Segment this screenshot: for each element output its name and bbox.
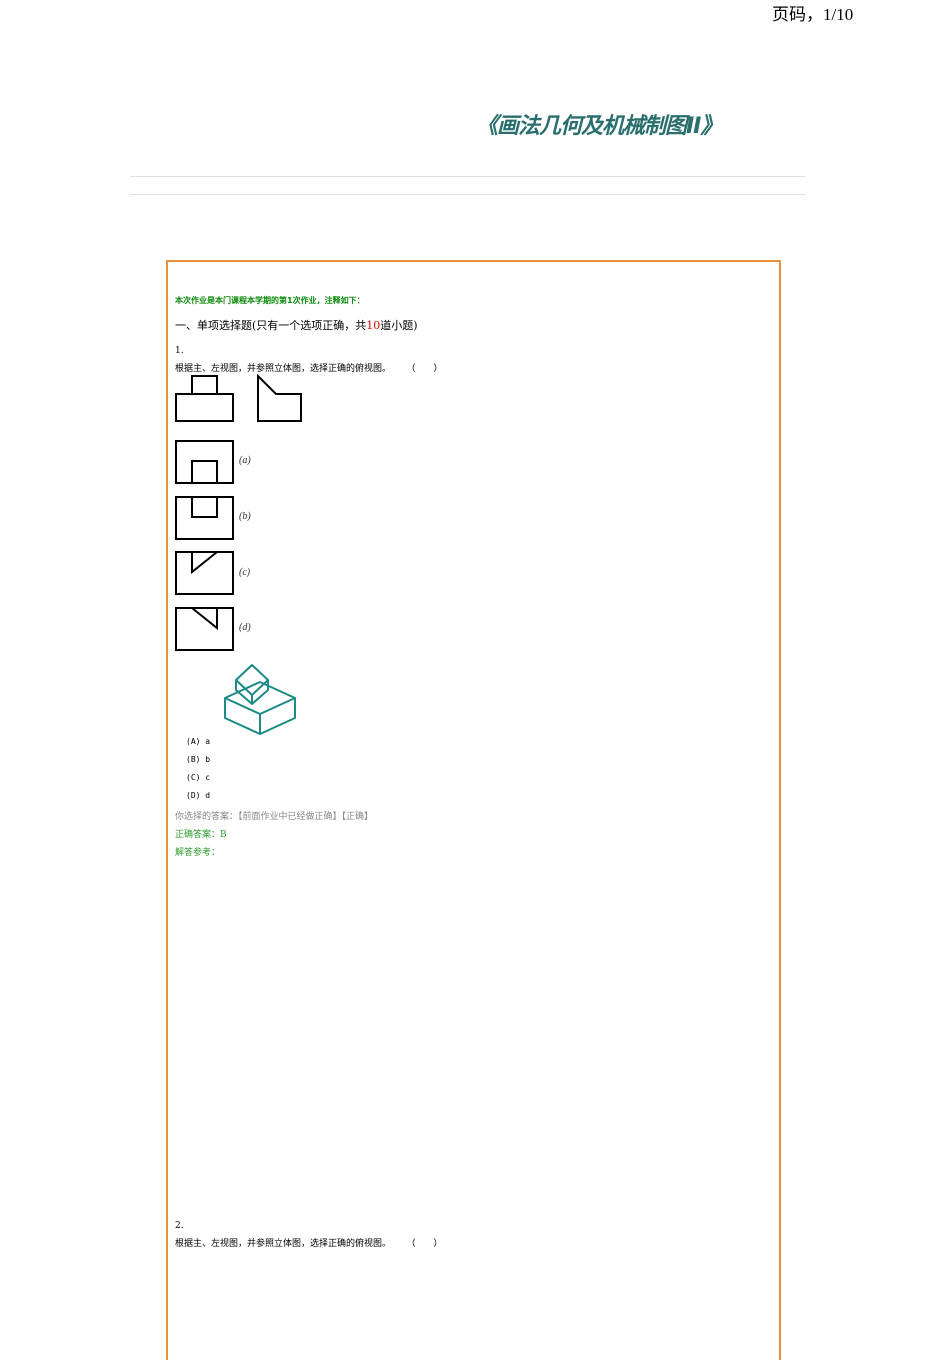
section-heading-suffix: 道小题) [380, 319, 418, 332]
option-b-drawing [175, 496, 234, 540]
option-a-label: (a) [239, 455, 251, 466]
option-b-label: (b) [239, 511, 251, 522]
correct-answer: 正确答案：B [175, 830, 227, 840]
option-c-drawing [175, 551, 234, 595]
your-answer: 你选择的答案：【前面作业中已经做正确】【正确】 [175, 812, 374, 822]
question-count: 10 [366, 319, 381, 332]
option-d-label: (d) [239, 622, 251, 633]
isometric-drawing [224, 664, 296, 735]
answer-reference: 解答参考： [175, 848, 221, 858]
page-number: 页码，1/10 [772, 5, 854, 24]
section-heading: 一、单项选择题(只有一个选项正确，共10道小题) [175, 317, 418, 333]
left-view-drawing [257, 374, 302, 422]
choice-b[interactable]: (B) b [186, 755, 210, 764]
question-2-paren: （ ） [411, 1239, 443, 1249]
question-2-text-body: 根据主、左视图，并参照立体图，选择正确的俯视图。 [175, 1239, 392, 1249]
homework-notice: 本次作业是本门课程本学期的第1次作业，注释如下： [175, 296, 365, 305]
choice-c[interactable]: (C) c [186, 773, 210, 782]
divider-bottom [130, 194, 805, 195]
choice-d[interactable]: (D) d [186, 791, 210, 800]
section-heading-prefix: 一、单项选择题(只有一个选项正确，共 [175, 319, 367, 332]
question-1-text-body: 根据主、左视图，并参照立体图，选择正确的俯视图。 [175, 364, 392, 374]
front-view-drawing [175, 375, 234, 422]
option-d-drawing [175, 607, 234, 651]
option-c-label: (c) [239, 567, 251, 578]
question-2-text: 根据主、左视图，并参照立体图，选择正确的俯视图。 （ ） [175, 1236, 443, 1249]
question-1-number: 1. [175, 346, 184, 356]
option-a-drawing [175, 440, 234, 484]
question-1-paren: （ ） [411, 364, 443, 374]
question-2-number: 2. [175, 1221, 184, 1231]
choice-a[interactable]: (A) a [186, 737, 210, 746]
question-1-text: 根据主、左视图，并参照立体图，选择正确的俯视图。 （ ） [175, 361, 443, 374]
document-title: 《画法几何及机械制图II》 [476, 114, 722, 139]
divider-top [130, 176, 805, 177]
